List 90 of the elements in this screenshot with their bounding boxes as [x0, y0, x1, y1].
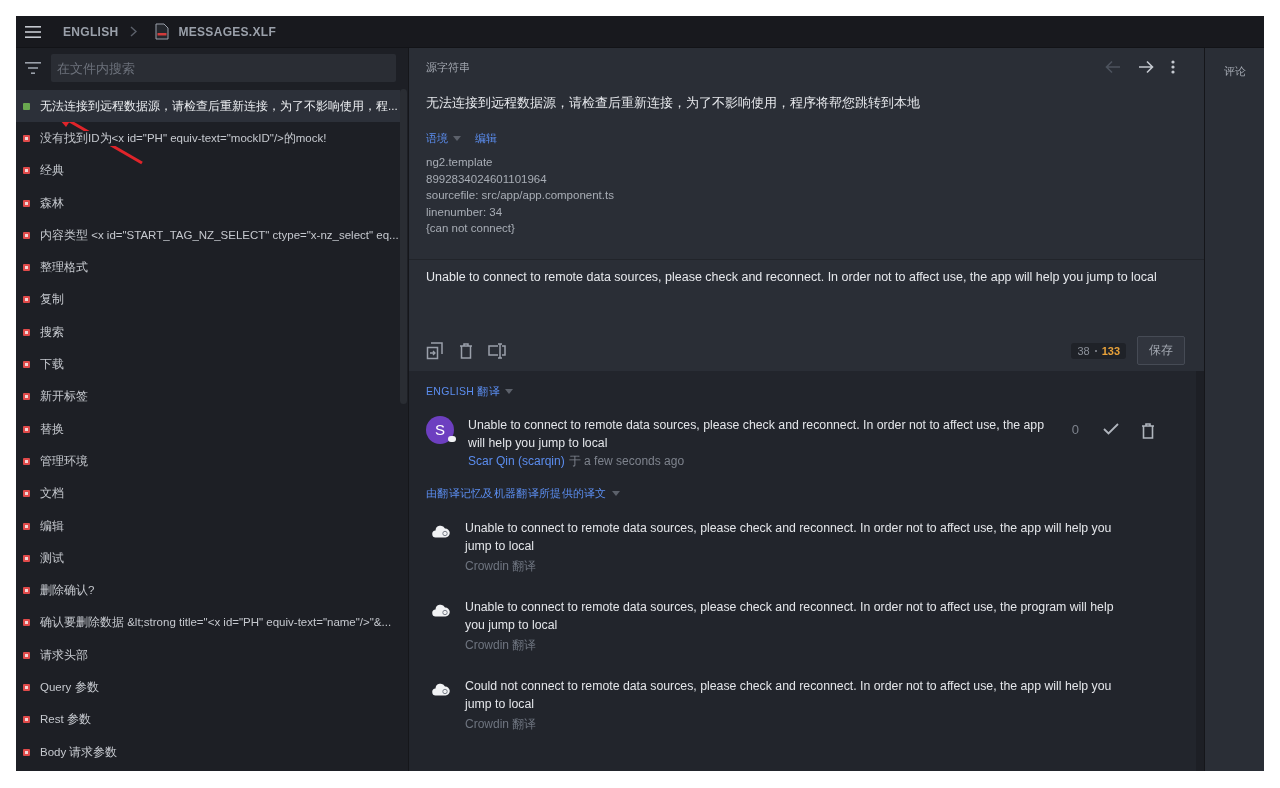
- string-text: 森林: [40, 195, 64, 211]
- string-list-item[interactable]: 内容类型 <x id="START_TAG_NZ_SELECT" ctype="x-nz_select" eq...: [16, 219, 400, 252]
- section-label: 源字符串: [426, 59, 470, 75]
- translation-text: Unable to connect to remote data sources, please check and reconnect. In order not to affect use, the app will help you jump to local: [468, 416, 1046, 452]
- context-dropdown[interactable]: 语境: [426, 131, 461, 146]
- breadcrumb-link[interactable]: ENGLISH: [63, 24, 119, 39]
- suggestion-text: Unable to connect to remote data sources, please check and reconnect. In order not to affect use, the app will help you jump to local: [465, 519, 1113, 555]
- string-list-item[interactable]: 经典: [16, 154, 400, 187]
- string-list-item[interactable]: 没有找到ID为<x id="PH" equiv-text="mockID"/>的mock!: [16, 122, 400, 155]
- string-text: Body 请求参数: [40, 744, 118, 760]
- chevron-right-icon: [130, 26, 138, 37]
- string-list-item[interactable]: 删除确认?: [16, 574, 400, 607]
- text-box-icon[interactable]: [488, 342, 506, 359]
- delete-icon[interactable]: [459, 342, 473, 359]
- string-text: 搜索: [40, 324, 64, 340]
- menu-icon[interactable]: [25, 25, 41, 38]
- string-list-item[interactable]: 编辑: [16, 509, 400, 543]
- string-list-item[interactable]: 整理格式: [16, 251, 400, 284]
- caret-down-icon: [453, 136, 461, 141]
- character-counter: 38 133: [1071, 342, 1126, 359]
- string-text: 编辑: [40, 518, 64, 534]
- string-list-item[interactable]: 管理环境: [16, 445, 400, 478]
- string-text: 删除确认?: [40, 583, 95, 599]
- string-text: 确认要删除数据 &lt;strong title="<x id="PH" equiv-text="name"/>"&...: [40, 615, 392, 631]
- string-list-item[interactable]: 请求头部: [16, 639, 400, 672]
- string-text: 经典: [40, 163, 64, 179]
- cloud-icon: [432, 524, 450, 538]
- delete-icon[interactable]: [1141, 422, 1155, 439]
- arrow-right-icon[interactable]: [1138, 60, 1154, 74]
- comments-tab[interactable]: 评论: [1223, 64, 1246, 78]
- string-list-item[interactable]: Rest 参数: [16, 703, 400, 736]
- string-text: 整理格式: [40, 260, 88, 276]
- string-list-item[interactable]: 确认要删除数据 &lt;strong title="<x id="PH" equiv-text="name"/>"&...: [16, 606, 400, 640]
- caret-down-icon: [611, 491, 620, 497]
- search-field[interactable]: 在文件内搜索: [51, 54, 396, 82]
- file-icon: [155, 23, 170, 40]
- string-list-item[interactable]: 替换: [16, 412, 400, 446]
- breadcrumb-link[interactable]: MESSAGES.XLF: [178, 24, 277, 39]
- suggestion-text: Unable to connect to remote data sources, please check and reconnect. In order not to affect use, the program will help you jump to local: [465, 598, 1115, 634]
- user-avatar: S: [426, 415, 454, 444]
- string-list-item[interactable]: 下载: [16, 348, 400, 381]
- context-line: sourcefile: src/app/app.component.ts: [426, 188, 615, 204]
- edit-link[interactable]: 编辑: [475, 131, 497, 146]
- string-list-item[interactable]: 森林: [16, 186, 400, 220]
- scrollbar-track[interactable]: [1196, 370, 1204, 771]
- string-text: 无法连接到远程数据源，请检查后重新连接，为了不影响使用，程...: [40, 98, 398, 114]
- suggestion-source: Crowdin 翻译: [465, 636, 538, 654]
- check-icon[interactable]: [1103, 422, 1119, 435]
- string-text: Rest 参数: [40, 712, 91, 728]
- string-text: 内容类型 <x id="START_TAG_NZ_SELECT" ctype="x-nz_select" eq...: [40, 227, 399, 243]
- string-text: 替换: [40, 421, 64, 437]
- suggestion-source: Crowdin 翻译: [465, 557, 538, 575]
- string-text: 请求头部: [40, 647, 88, 663]
- copy-icon[interactable]: [426, 341, 444, 360]
- string-text: 新开标签: [40, 389, 88, 405]
- context-line: {can not connect}: [426, 221, 516, 237]
- cloud-icon: [432, 603, 450, 617]
- string-text: 没有找到ID为<x id="PH" equiv-text="mockID"/>的mock!: [40, 130, 327, 146]
- caret-down-icon: [505, 389, 513, 395]
- string-text: Query 参数: [40, 680, 99, 695]
- string-list-item[interactable]: 无法连接到远程数据源，请检查后重新连接，为了不影响使用，程...: [16, 90, 400, 123]
- scrollbar-thumb[interactable]: [400, 89, 407, 404]
- string-list-item[interactable]: Query 参数: [16, 671, 400, 704]
- string-text: 文档: [40, 486, 64, 502]
- string-text: 管理环境: [40, 453, 88, 469]
- string-list-item[interactable]: 搜索: [16, 316, 400, 349]
- string-text: 测试: [40, 550, 64, 566]
- source-text: 无法连接到远程数据源，请检查后重新连接，为了不影响使用，程序将帮您跳转到本地: [426, 95, 921, 112]
- context-line: linenumber: 34: [426, 204, 504, 220]
- suggestions-heading[interactable]: 由翻译记忆及机器翻译所提供的译文: [426, 486, 1179, 501]
- save-button[interactable]: 保存: [1137, 336, 1185, 366]
- string-list-item[interactable]: 新开标签: [16, 380, 400, 413]
- string-text: 复制: [40, 292, 64, 308]
- vote-count: 0: [1071, 422, 1079, 437]
- string-text: 下载: [40, 357, 64, 372]
- suggestion-source: Crowdin 翻译: [465, 715, 538, 733]
- string-list-item[interactable]: 文档: [16, 477, 400, 510]
- author-link[interactable]: Scar Qin (scarqin): [468, 453, 565, 468]
- string-list-item[interactable]: 复制: [16, 283, 400, 317]
- translations-heading[interactable]: ENGLISH 翻译: [426, 384, 1179, 399]
- context-line: 8992834024601101964: [426, 171, 548, 187]
- context-line: ng2.template: [426, 155, 494, 170]
- filter-icon[interactable]: [25, 62, 41, 74]
- cloud-icon: [432, 682, 450, 696]
- translation-field[interactable]: Unable to connect to remote data sources, please check and reconnect. In order not to affect use, the app will help you jump to local: [426, 267, 1187, 334]
- more-icon[interactable]: [1171, 60, 1175, 74]
- string-list-item[interactable]: 测试: [16, 542, 400, 575]
- string-list-item[interactable]: Body 请求参数: [16, 735, 400, 769]
- timestamp: 于 a few seconds ago: [568, 453, 685, 468]
- suggestion-text: Could not connect to remote data sources, please check and reconnect. In order not to affect use, the app will help you jump to local: [465, 677, 1113, 713]
